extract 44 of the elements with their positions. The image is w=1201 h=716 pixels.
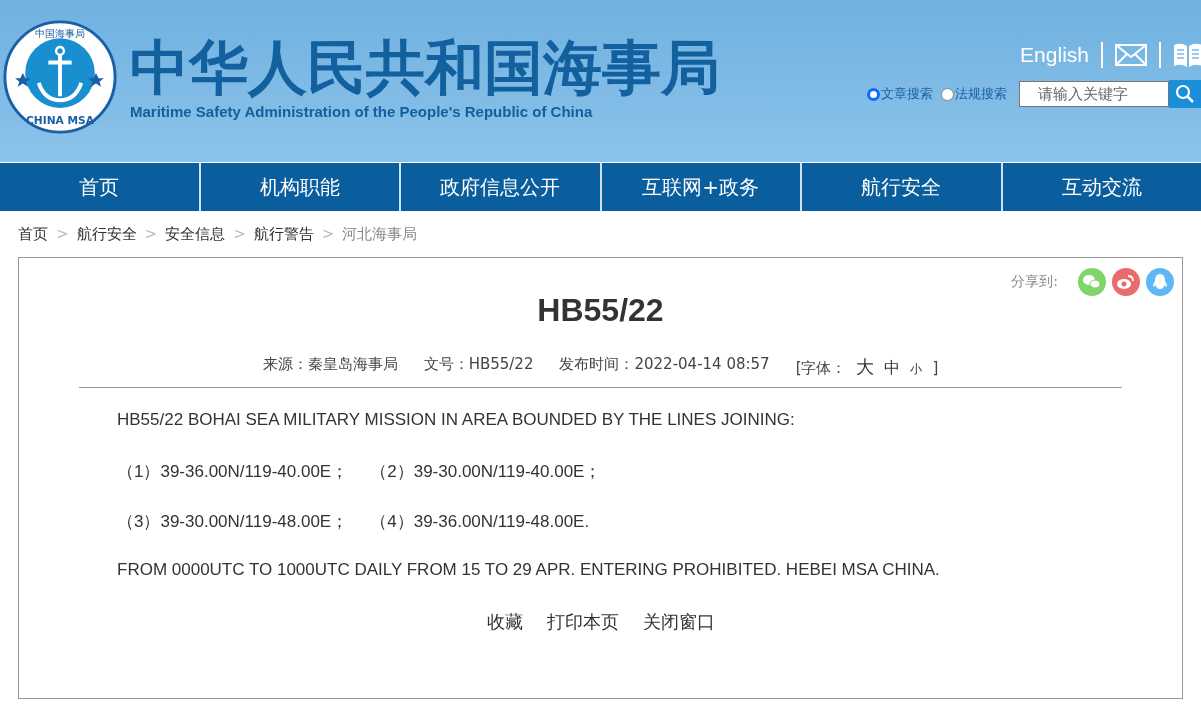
mail-icon[interactable] bbox=[1115, 44, 1147, 66]
site-title: 中华人民共和国海事局 bbox=[130, 36, 720, 101]
notice-text: FROM 0000UTC TO 1000UTC DAILY FROM 15 TO 29 APR. ENTERING PROHIBITED. HEBEI MSA CHINA. bbox=[117, 560, 940, 581]
breadcrumb-separator: > bbox=[321, 225, 335, 243]
breadcrumb-separator: > bbox=[56, 225, 69, 243]
search-field[interactable]: 请输入关键字 bbox=[1019, 81, 1169, 107]
notice-text: HB55/22 BOHAI SEA MILITARY MISSION IN AREA BOUNDED BY THE LINES JOINING: bbox=[117, 410, 795, 431]
swirl-eye-icon[interactable] bbox=[1112, 268, 1140, 296]
search-icon bbox=[1175, 84, 1195, 104]
font-size-link[interactable]: 大 bbox=[856, 355, 875, 379]
article-action-link[interactable]: 关闭窗口 bbox=[642, 610, 715, 634]
font-size-link[interactable]: 中 bbox=[884, 358, 901, 379]
nav-item[interactable]: 航行安全 bbox=[800, 163, 1001, 211]
nav-item[interactable]: 机构职能 bbox=[198, 163, 399, 211]
nav-item[interactable]: 首页 bbox=[0, 163, 199, 211]
penguin-icon[interactable] bbox=[1146, 268, 1174, 296]
breadcrumb-separator: > bbox=[144, 225, 158, 243]
font-size-label: [字体： bbox=[795, 359, 847, 378]
breadcrumb-link[interactable]: 航行警告 bbox=[253, 224, 314, 244]
nav-item[interactable]: 互联网+政务 bbox=[599, 163, 800, 211]
breadcrumb-separator: > bbox=[233, 225, 246, 243]
notice-text: （2）39-30.00N/119-40.00E； bbox=[370, 461, 602, 482]
search-button[interactable] bbox=[1169, 80, 1201, 108]
breadcrumb-link[interactable]: 航行安全 bbox=[76, 224, 137, 244]
breadcrumb-link[interactable]: 首页 bbox=[18, 224, 48, 244]
meta-info: 来源：秦皇岛海事局 bbox=[262, 355, 398, 375]
bracket-text: ] bbox=[932, 359, 939, 377]
meta-info: 文号：HB55/22 bbox=[423, 355, 534, 375]
nav-item[interactable]: 互动交流 bbox=[1000, 163, 1201, 211]
meta-info: 发布时间：2022-04-14 08:57 bbox=[559, 355, 770, 375]
site-subtitle: Maritime Safety Administration of the People's Republic of China bbox=[130, 102, 594, 120]
nav-item[interactable]: 政府信息公开 bbox=[399, 163, 600, 211]
breadcrumb-link[interactable]: 河北海事局 bbox=[342, 224, 418, 244]
breadcrumb-link[interactable]: 安全信息 bbox=[165, 224, 226, 244]
chat-bubbles-icon[interactable] bbox=[1078, 268, 1106, 296]
font-size-link[interactable]: 小 bbox=[910, 361, 923, 378]
article-title: HB55/22 bbox=[536, 292, 665, 329]
notice-text: （4）39-36.00N/119-48.00E. bbox=[370, 511, 590, 532]
notice-text: （1）39-36.00N/119-40.00E； bbox=[117, 461, 349, 482]
article-action-link[interactable]: 打印本页 bbox=[546, 610, 619, 634]
book-icon[interactable] bbox=[1173, 42, 1201, 68]
notice-text: （3）39-30.00N/119-48.00E； bbox=[117, 511, 349, 532]
share-label: 分享到: bbox=[1011, 273, 1058, 291]
article-action-link[interactable]: 收藏 bbox=[486, 610, 523, 634]
